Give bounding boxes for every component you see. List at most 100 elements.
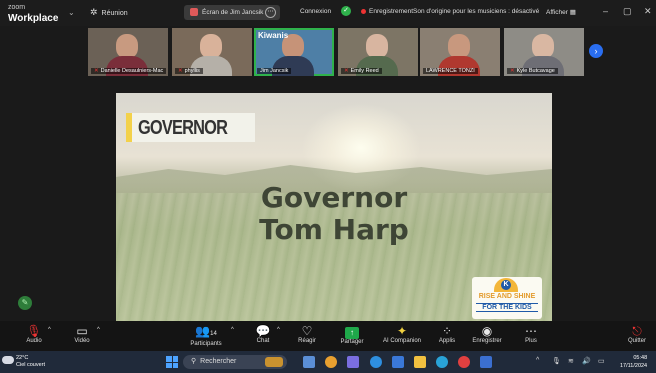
shared-screen-slide: GOVERNOR Governor Tom Harp K RISE AND SH… [116, 93, 552, 321]
logo-line2: Workplace [8, 13, 59, 24]
share-label: Partager [340, 339, 364, 345]
clock-date: 17/11/2024 [620, 363, 648, 369]
logo-text-line2: FOR THE KIDS [476, 303, 538, 312]
participants-button[interactable]: 👥14 Participants [186, 324, 226, 347]
apps-label: Applis [438, 338, 456, 344]
teams-icon[interactable] [347, 356, 359, 368]
temperature: 22°C [16, 355, 29, 361]
cloud-icon [2, 356, 14, 364]
audio-button[interactable]: 🎙 Audio [22, 324, 46, 344]
microphone-tray-icon[interactable]: 🎙 [552, 357, 561, 365]
slide-title-line1: Governor [260, 181, 408, 214]
chevron-down-icon[interactable]: ⌄ [68, 8, 75, 17]
volume-icon[interactable]: 🔊 [582, 357, 591, 365]
governor-badge: GOVERNOR [126, 113, 255, 142]
participants-chevron-icon[interactable]: ^ [231, 327, 234, 333]
audio-options-chevron-icon[interactable]: ^ [48, 327, 51, 333]
participant-face [116, 34, 138, 58]
react-label: Réagir [298, 338, 316, 344]
wifi-icon[interactable]: ≋ [568, 357, 574, 365]
tray-overflow-chevron-icon[interactable]: ^ [536, 357, 539, 364]
weather-widget[interactable]: 22°C Ciel couvert [2, 355, 46, 369]
ai-label: AI Companion [382, 338, 422, 344]
participant-name: LAWRENCE TONZI [423, 68, 478, 74]
slide-title-line2: Tom Harp [259, 213, 409, 246]
meeting-controls: 🎙 Audio ^ ▭ Vidéo ^ 👥14 Participants ^ 💬 Cha… [0, 321, 656, 351]
camera-off-icon: ▭ [76, 324, 88, 338]
participant-name: Jim Jancsik [257, 68, 292, 74]
participant-strip: ✕ Danielle Desaulniers-Mac ✕ phyllis Kiwan… [88, 28, 588, 76]
chat-label: Chat [256, 338, 270, 344]
chat-icon: 💬 [255, 324, 271, 338]
participant-tile[interactable]: ✕ Emily Reed [338, 28, 418, 76]
participants-icon: 👥14 [195, 324, 217, 338]
share-options-icon[interactable]: ⋯ [265, 7, 276, 18]
share-screen-icon [190, 8, 198, 17]
mic-muted-icon: 🎙 [26, 324, 42, 338]
edge-icon[interactable] [370, 356, 382, 368]
participants-count: 14 [210, 331, 217, 337]
participant-face [200, 34, 222, 58]
record-button[interactable]: ◉ Enregistrer [468, 324, 506, 344]
video-button[interactable]: ▭ Vidéo [70, 324, 94, 344]
audio-label: Audio [26, 338, 42, 344]
chrome-icon[interactable] [458, 356, 470, 368]
connection-label[interactable]: Connexion [300, 8, 331, 15]
participant-name: ✕ Kyle Butcavage [507, 68, 558, 74]
windows-taskbar: 22°C Ciel couvert ⚲ Rechercher ^ 🎙 ≋ 🔊 ▭ … [0, 351, 656, 373]
clock-time: 05:48 [633, 355, 648, 361]
close-icon[interactable]: ✕ [644, 6, 652, 17]
sparkle-icon: ✦ [396, 324, 408, 338]
video-options-chevron-icon[interactable]: ^ [97, 327, 100, 333]
participant-tile[interactable]: ✕ phyllis [172, 28, 252, 76]
taskbar-clock[interactable]: 05:48 17/11/2024 [620, 354, 647, 370]
participant-tile-active-speaker[interactable]: Kiwanis Jim Jancsik [254, 28, 334, 76]
annotate-pencil-icon[interactable]: ✎ [18, 296, 32, 310]
minimize-icon[interactable]: – [603, 6, 608, 16]
recording-indicator[interactable]: Enregistrement [361, 8, 413, 15]
more-button[interactable]: ⋯ Plus [520, 324, 542, 344]
file-explorer-icon[interactable] [414, 356, 426, 368]
original-sound-toggle[interactable]: Son d'origine pour les musiciens : désac… [413, 8, 539, 15]
react-button[interactable]: ♡ Réagir [295, 324, 319, 344]
task-view-icon[interactable] [303, 356, 315, 368]
participant-face [366, 34, 388, 58]
leave-button[interactable]: ⎋ Quitter [624, 324, 650, 344]
mic-muted-icon: ✕ [178, 68, 183, 74]
participant-tile[interactable]: LAWRENCE TONZI [420, 28, 500, 76]
maximize-icon[interactable]: ▢ [623, 6, 632, 17]
apps-button[interactable]: ⁘ Applis [435, 324, 459, 344]
firefox-icon[interactable] [325, 356, 337, 368]
battery-icon[interactable]: ▭ [598, 357, 605, 365]
chat-chevron-icon[interactable]: ^ [277, 327, 280, 333]
windows-start-icon[interactable] [166, 356, 178, 368]
view-menu-button[interactable]: Afficher ▦ [546, 8, 576, 16]
share-button[interactable]: ↑ Partager [338, 324, 366, 345]
screen-share-indicator[interactable]: Écran de Jim Jancsik ⋯ [184, 5, 280, 20]
participant-tile[interactable]: ✕ Kyle Butcavage [504, 28, 584, 76]
participant-tile[interactable]: ✕ Danielle Desaulniers-Mac [88, 28, 168, 76]
ai-companion-button[interactable]: ✦ AI Companion [380, 324, 424, 344]
view-label: Afficher [546, 9, 568, 16]
taskbar-search-input[interactable]: ⚲ Rechercher [183, 355, 287, 369]
mic-muted-icon: ✕ [344, 68, 349, 74]
leave-icon: ⎋ [632, 324, 642, 338]
security-shield-icon[interactable]: ✓ [341, 6, 351, 16]
meeting-label: Réunion [101, 10, 128, 17]
zoom-taskbar-icon[interactable] [436, 356, 448, 368]
more-icon: ⋯ [525, 324, 537, 338]
next-participants-button[interactable]: › [589, 44, 603, 58]
store-icon[interactable] [480, 356, 492, 368]
recording-label: Enregistrement [369, 8, 414, 15]
meeting-info-button[interactable]: ✲ Réunion [90, 7, 128, 18]
kiwanis-k-icon: K [501, 280, 511, 290]
word-icon[interactable] [392, 356, 404, 368]
participant-name: ✕ phyllis [175, 68, 203, 74]
participant-face [532, 34, 554, 58]
share-screen-icon: ↑ [338, 324, 366, 339]
meeting-topbar: zoom Workplace ⌄ ✲ Réunion Écran de Jim J… [0, 0, 656, 26]
weather-condition: Ciel couvert [16, 362, 46, 368]
logo-line1: zoom [8, 4, 26, 11]
chat-button[interactable]: 💬 Chat [252, 324, 274, 344]
participant-face [448, 34, 470, 58]
